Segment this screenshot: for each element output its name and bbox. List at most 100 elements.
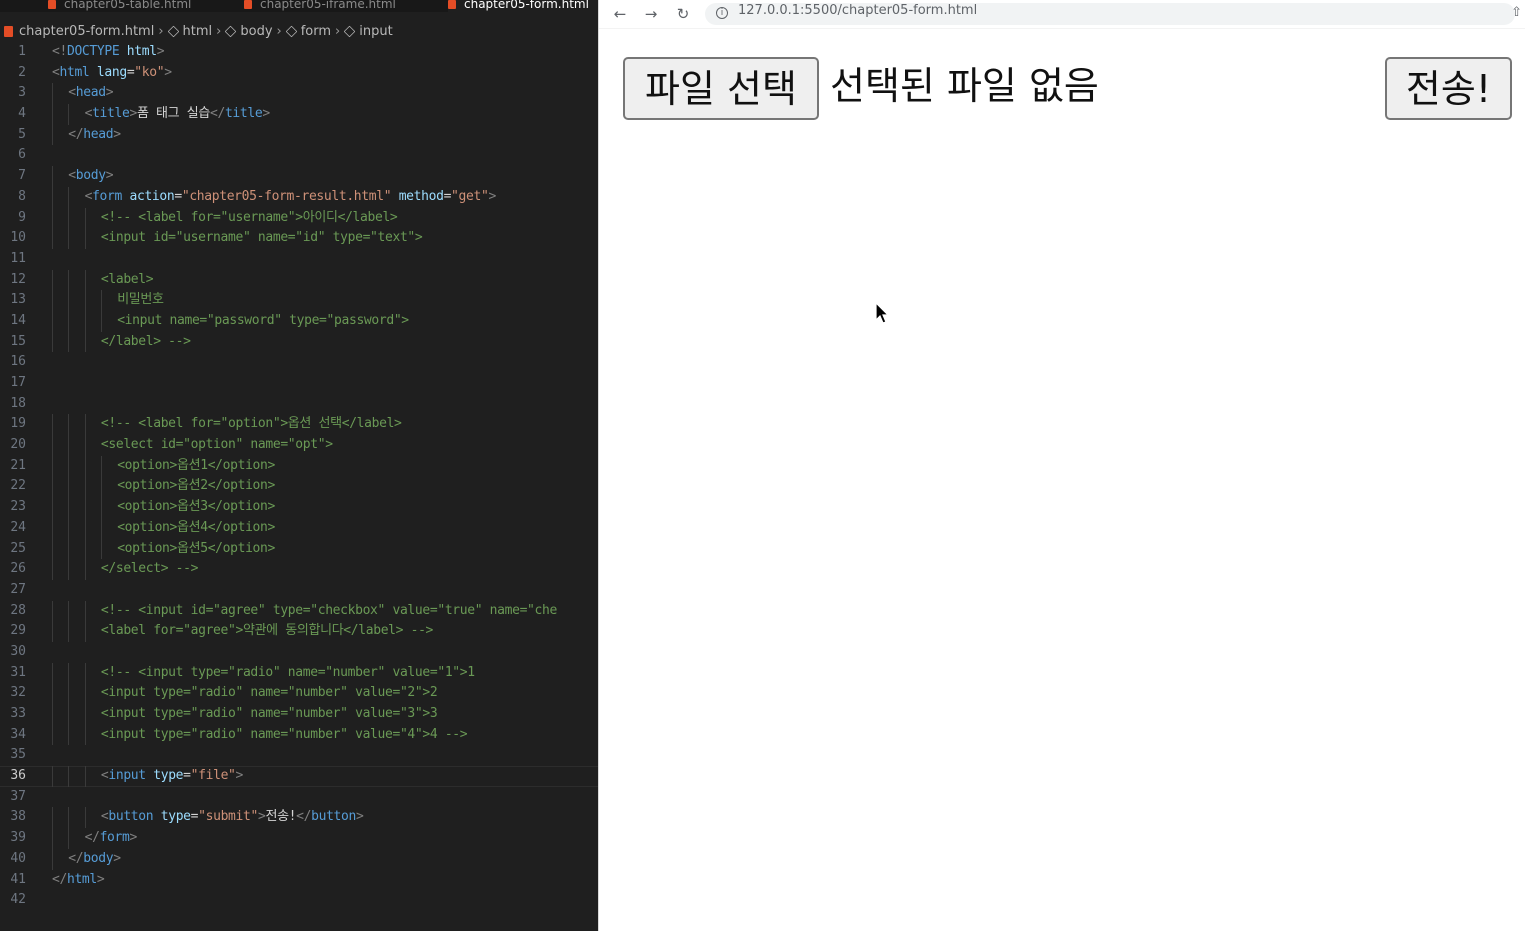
indent-guide	[68, 600, 70, 622]
code-line[interactable]: 19 <!-- <label for="option">옵션 선택</label>	[0, 414, 598, 436]
code-line[interactable]: 30	[0, 642, 598, 663]
code-line[interactable]: 6	[0, 145, 598, 166]
breadcrumb-body[interactable]: body	[225, 24, 273, 39]
code-line[interactable]: 16	[0, 352, 598, 373]
code-line[interactable]: 7 <body>	[0, 166, 598, 187]
code-line[interactable]: 17	[0, 373, 598, 394]
tab-chapter05-table[interactable]: chapter05-table.html	[48, 0, 224, 12]
code-text: <input type="radio" name="number" value=…	[101, 683, 438, 704]
code-line[interactable]: 3 <head>	[0, 83, 598, 105]
line-number: 38	[10, 809, 26, 825]
line-number: 11	[10, 250, 26, 266]
code-line[interactable]: 4 <title>폼 태그 실습</title>	[0, 104, 598, 125]
code-line[interactable]: 9 <!-- <label for="username">아이디</label>	[0, 207, 598, 229]
address-bar[interactable]: i 127.0.0.1:5500/chapter05-form.html	[705, 3, 1515, 25]
code-line[interactable]: 24 <option>옵션4</option>	[0, 517, 598, 539]
tab-chapter05-form[interactable]: chapter05-form.html	[448, 0, 598, 12]
breadcrumb-input[interactable]: input	[343, 24, 393, 39]
code-line[interactable]: 20 <select id="option" name="opt">	[0, 435, 598, 456]
site-info-icon[interactable]: i	[716, 7, 728, 19]
line-number: 29	[10, 623, 26, 639]
share-icon[interactable]: ⇧	[1511, 5, 1522, 20]
code-line[interactable]: 1 <!DOCTYPE html>	[0, 42, 598, 63]
code-line[interactable]: 21 <option>옵션1</option>	[0, 455, 598, 477]
code-token: </	[84, 830, 100, 846]
tab-chapter05-iframe[interactable]: chapter05-iframe.html	[244, 0, 430, 12]
code-token: form	[92, 188, 122, 204]
line-number: 32	[10, 685, 26, 701]
code-line[interactable]: 8 <form action="chapter05-form-result.htm…	[0, 186, 598, 208]
code-text: <option>옵션1</option>	[117, 456, 275, 477]
code-text: <html lang="ko">	[52, 63, 172, 84]
submit-button[interactable]: 전송!	[1385, 57, 1512, 120]
indent-guide	[84, 269, 86, 291]
indent-guide	[52, 662, 53, 684]
code-line[interactable]: 26 </select> -->	[0, 559, 598, 580]
code-token: body	[83, 850, 114, 866]
code-line[interactable]: 12 <label>	[0, 269, 598, 291]
line-number: 18	[10, 395, 26, 411]
code-text: <option>옵션5</option>	[117, 539, 275, 560]
code-line[interactable]: 42	[0, 890, 598, 911]
indent-guide	[52, 166, 53, 187]
code-line[interactable]: 37	[0, 787, 598, 808]
code-line[interactable]: 35	[0, 745, 598, 766]
code-text: <title>폼 태그 실습</title>	[84, 104, 271, 125]
breadcrumb-html[interactable]: html	[167, 24, 212, 39]
code-line[interactable]: 40 </body>	[0, 848, 598, 870]
code-line[interactable]: 15 </label> -->	[0, 331, 598, 353]
code-token: <!-- <input id="agree" type="checkbox" v…	[100, 602, 557, 618]
line-number: 13	[10, 292, 26, 308]
code-token: 전송!	[265, 809, 297, 825]
code-line[interactable]: 22 <option>옵션2</option>	[0, 476, 598, 498]
reload-icon[interactable]: ↻	[673, 4, 693, 24]
indent-guide	[84, 497, 86, 518]
breadcrumb-file[interactable]: chapter05-form.html	[19, 24, 154, 39]
code-token: >	[96, 871, 105, 887]
indent-guide	[100, 497, 102, 518]
code-line[interactable]: 39 </form>	[0, 828, 598, 849]
code-line[interactable]: 5 </head>	[0, 124, 598, 146]
indent-guide	[84, 600, 86, 622]
indent-guide	[52, 559, 53, 580]
back-arrow-icon[interactable]: ←	[610, 4, 630, 24]
code-line[interactable]: 32 <input type="radio" name="number" valu…	[0, 683, 598, 704]
code-line[interactable]: 31 <!-- <input type="radio" name="number"…	[0, 662, 598, 684]
code-line[interactable]: 33 <input type="radio" name="number" valu…	[0, 704, 598, 725]
code-token: </	[68, 126, 84, 142]
code-text: <option>옵션2</option>	[117, 476, 275, 497]
indent-guide	[52, 414, 53, 436]
code-line[interactable]: 41 </html>	[0, 870, 598, 891]
code-line[interactable]: 27	[0, 580, 598, 601]
code-lines[interactable]: 1 <!DOCTYPE html> 2 <html lang="ko"> 3 <head>…	[0, 42, 598, 911]
code-line[interactable]: 10 <input id="username" name="id" type="t…	[0, 228, 598, 249]
code-line[interactable]: 34 <input type="radio" name="number" valu…	[0, 724, 598, 746]
code-line[interactable]: 36 <input type="file">	[0, 766, 598, 787]
indent-guide	[68, 766, 70, 787]
code-line[interactable]: 18	[0, 394, 598, 415]
breadcrumb: chapter05-form.html › html › body › form…	[0, 20, 598, 42]
line-number: 2	[18, 64, 26, 80]
line-number: 31	[10, 664, 26, 680]
code-text: <input id="username" name="id" type="tex…	[101, 228, 423, 249]
code-line[interactable]: 11	[0, 249, 598, 270]
indent-guide	[84, 476, 86, 498]
code-line[interactable]: 13 비밀번호	[0, 290, 598, 311]
code-line[interactable]: 38 <button type="submit">전송!</button>	[0, 807, 598, 829]
code-token: <	[84, 106, 93, 122]
code-line[interactable]: 28 <!-- <input id="agree" type="checkbox"…	[0, 600, 598, 622]
code-text: 비밀번호	[117, 290, 164, 311]
file-choose-button[interactable]: 파일 선택	[623, 57, 819, 120]
forward-arrow-icon[interactable]: →	[641, 4, 661, 24]
code-token: >	[164, 64, 172, 80]
code-token: type	[153, 768, 184, 784]
code-line[interactable]: 23 <option>옵션3</option>	[0, 497, 598, 518]
code-line[interactable]: 14 <input name="password" type="password"…	[0, 310, 598, 332]
breadcrumb-form[interactable]: form	[285, 24, 331, 39]
code-line[interactable]: 25 <option>옵션5</option>	[0, 538, 598, 560]
indent-guide	[68, 228, 70, 249]
code-line[interactable]: 2 <html lang="ko">	[0, 63, 598, 84]
indent-guide	[52, 83, 53, 105]
code-line[interactable]: 29 <label for="agree">약관에 동의합니다</label> -…	[0, 621, 598, 642]
